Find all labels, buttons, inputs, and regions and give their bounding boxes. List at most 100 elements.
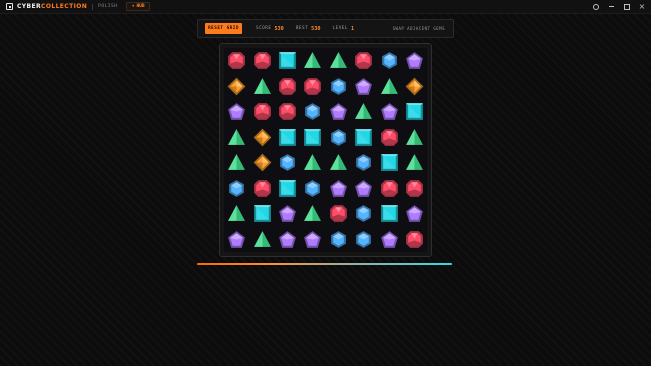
gem-cell[interactable]: [300, 125, 325, 151]
gem-cell[interactable]: [376, 150, 401, 176]
gem-cell[interactable]: [249, 227, 274, 253]
gem-cell[interactable]: [326, 150, 351, 176]
gem-cell[interactable]: [224, 227, 249, 253]
gem-cell[interactable]: [376, 227, 401, 253]
gem-cell[interactable]: [376, 48, 401, 74]
close-button[interactable]: ×: [635, 0, 649, 13]
sapphire-hexagon-gem-icon: [328, 127, 349, 148]
gem-cell[interactable]: [249, 125, 274, 151]
ruby-gem-icon: [252, 178, 273, 199]
emerald-triangle-gem-icon: [379, 76, 400, 97]
gem-cell[interactable]: [224, 201, 249, 227]
gem-cell[interactable]: [326, 99, 351, 125]
gem-cell[interactable]: [224, 176, 249, 202]
emerald-triangle-gem-icon: [302, 50, 323, 71]
reset-grid-button[interactable]: RESET GRID: [205, 23, 242, 34]
gem-cell[interactable]: [249, 150, 274, 176]
gem-cell[interactable]: [275, 150, 300, 176]
gem-cell[interactable]: [351, 74, 376, 100]
score-stat: SCORE 530: [256, 26, 284, 32]
sapphire-hexagon-gem-icon: [302, 101, 323, 122]
minimize-button[interactable]: [604, 0, 618, 13]
maximize-button[interactable]: [620, 0, 634, 13]
gem-cell[interactable]: [300, 48, 325, 74]
gem-cell[interactable]: [300, 150, 325, 176]
gem-cell[interactable]: [402, 74, 427, 100]
gem-cell[interactable]: [402, 48, 427, 74]
gem-cell[interactable]: [275, 227, 300, 253]
gem-cell[interactable]: [402, 176, 427, 202]
gem-cell[interactable]: [351, 125, 376, 151]
gem-cell[interactable]: [326, 176, 351, 202]
gem-cell[interactable]: [275, 125, 300, 151]
gem-cell[interactable]: [300, 201, 325, 227]
gem-cell[interactable]: [275, 176, 300, 202]
gem-cell[interactable]: [275, 48, 300, 74]
amethyst-pentagon-gem-icon: [328, 178, 349, 199]
amethyst-pentagon-gem-icon: [353, 76, 374, 97]
square-cyan-gem-icon: [404, 101, 425, 122]
ruby-gem-icon: [226, 50, 247, 71]
gem-cell[interactable]: [224, 48, 249, 74]
back-arrow-icon: ◂: [131, 3, 135, 9]
emerald-triangle-gem-icon: [328, 50, 349, 71]
gem-cell[interactable]: [249, 201, 274, 227]
gem-cell[interactable]: [275, 201, 300, 227]
gem-cell[interactable]: [300, 176, 325, 202]
gem-cell[interactable]: [351, 48, 376, 74]
gem-cell[interactable]: [326, 48, 351, 74]
ruby-gem-icon: [277, 101, 298, 122]
gem-cell[interactable]: [351, 99, 376, 125]
gem-cell[interactable]: [351, 201, 376, 227]
back-to-hub-button[interactable]: ◂ HUB: [126, 2, 150, 11]
gem-cell[interactable]: [326, 74, 351, 100]
gem-cell[interactable]: [249, 74, 274, 100]
gem-cell[interactable]: [249, 99, 274, 125]
minimize-icon: [608, 6, 614, 7]
gem-cell[interactable]: [224, 125, 249, 151]
ruby-gem-icon: [328, 203, 349, 224]
amethyst-pentagon-gem-icon: [379, 101, 400, 122]
gem-cell[interactable]: [351, 150, 376, 176]
gem-cell[interactable]: [275, 99, 300, 125]
score-label: SCORE: [256, 26, 272, 31]
gem-cell[interactable]: [224, 74, 249, 100]
gem-cell[interactable]: [249, 176, 274, 202]
gem-cell[interactable]: [300, 74, 325, 100]
emerald-triangle-gem-icon: [404, 152, 425, 173]
amethyst-pentagon-gem-icon: [404, 50, 425, 71]
gem-cell[interactable]: [402, 227, 427, 253]
emerald-triangle-gem-icon: [226, 127, 247, 148]
emerald-triangle-gem-icon: [404, 127, 425, 148]
gem-cell[interactable]: [351, 227, 376, 253]
gem-cell[interactable]: [326, 227, 351, 253]
gem-cell[interactable]: [376, 99, 401, 125]
game-hud: RESET GRID SCORE 530 BEST 530 LEVEL 1 SW…: [197, 19, 454, 38]
gem-cell[interactable]: [326, 201, 351, 227]
amethyst-pentagon-gem-icon: [302, 229, 323, 250]
close-icon: ×: [638, 1, 646, 11]
gem-cell[interactable]: [300, 99, 325, 125]
gem-cell[interactable]: [402, 150, 427, 176]
gem-cell[interactable]: [300, 227, 325, 253]
hint-text: SWAP ADJACENT GEMS: [392, 26, 445, 31]
gem-cell[interactable]: [275, 74, 300, 100]
gem-cell[interactable]: [326, 125, 351, 151]
gem-cell[interactable]: [224, 99, 249, 125]
sapphire-hexagon-gem-icon: [226, 178, 247, 199]
app-logo-icon: [6, 3, 13, 10]
gem-cell[interactable]: [402, 201, 427, 227]
amethyst-pentagon-gem-icon: [277, 229, 298, 250]
gem-cell[interactable]: [376, 201, 401, 227]
gem-cell[interactable]: [402, 125, 427, 151]
gem-cell[interactable]: [376, 176, 401, 202]
gem-cell[interactable]: [249, 48, 274, 74]
gem-cell[interactable]: [224, 150, 249, 176]
gem-cell[interactable]: [402, 99, 427, 125]
settings-button[interactable]: [589, 0, 603, 13]
topaz-diamond-gem-icon: [252, 127, 273, 148]
gem-cell[interactable]: [351, 176, 376, 202]
gem-cell[interactable]: [376, 74, 401, 100]
amethyst-pentagon-gem-icon: [226, 229, 247, 250]
gem-cell[interactable]: [376, 125, 401, 151]
